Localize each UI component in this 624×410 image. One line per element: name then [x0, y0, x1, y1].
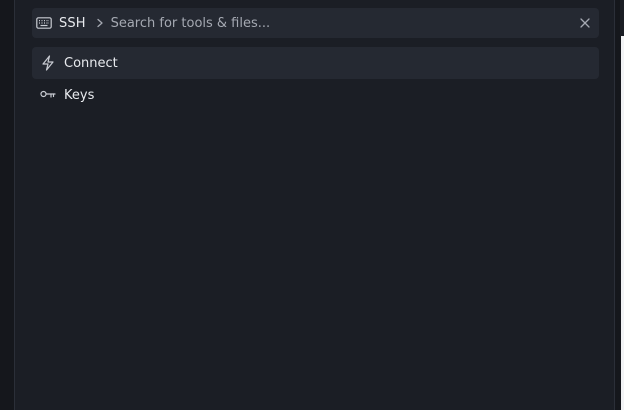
- close-icon: [580, 18, 590, 28]
- app-window: SSH Connect: [0, 0, 624, 410]
- result-item-connect[interactable]: Connect: [32, 47, 599, 79]
- right-pane-header: [620, 0, 624, 36]
- chevron-right-icon: [95, 17, 105, 29]
- keyboard-icon: [36, 17, 52, 29]
- search-input[interactable]: [110, 13, 577, 33]
- result-item-label: Keys: [64, 87, 95, 103]
- left-background-pane: [0, 0, 14, 410]
- result-item-label: Connect: [64, 55, 118, 71]
- command-palette: SSH Connect: [14, 0, 615, 410]
- search-bar[interactable]: SSH: [32, 8, 599, 38]
- results-list: Connect Keys: [32, 47, 599, 111]
- lightning-icon: [40, 55, 56, 71]
- result-item-keys[interactable]: Keys: [32, 79, 599, 111]
- clear-search-button[interactable]: [577, 15, 593, 31]
- search-scope-label[interactable]: SSH: [59, 16, 86, 31]
- key-icon: [40, 87, 56, 103]
